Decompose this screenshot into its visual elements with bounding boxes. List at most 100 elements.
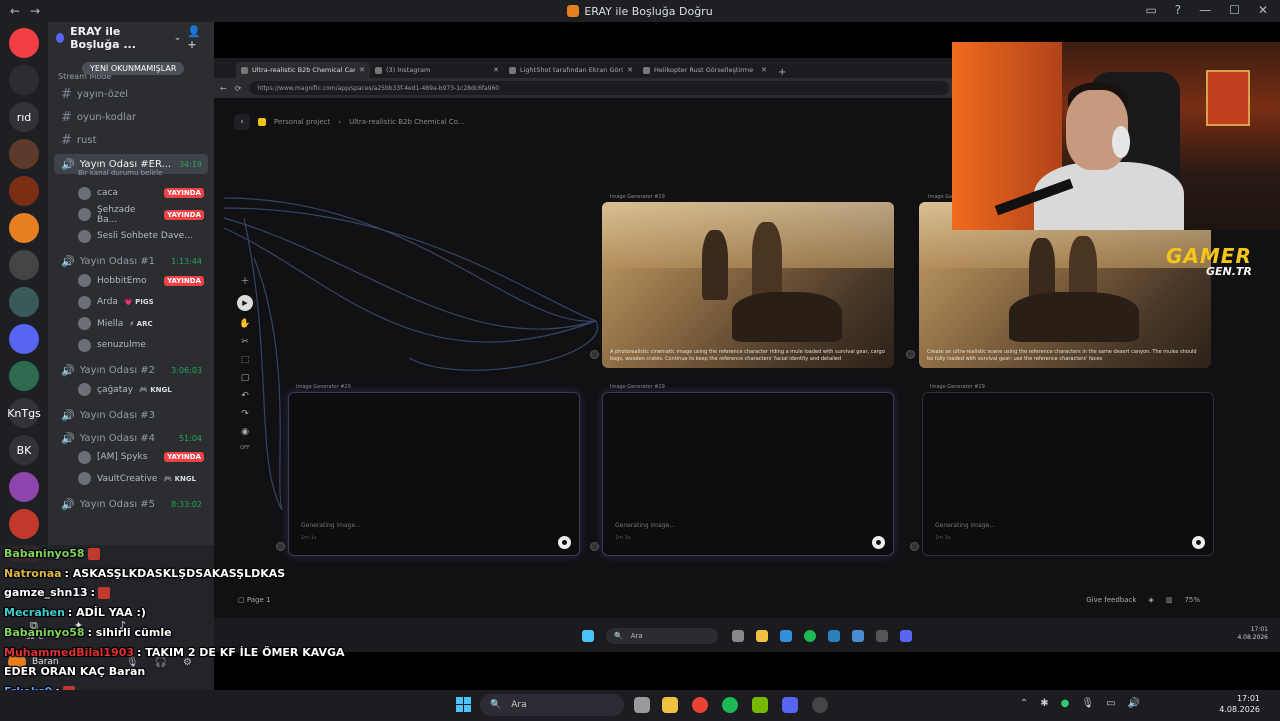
close-button[interactable]: ✕ (1258, 3, 1268, 17)
windows-icon[interactable] (582, 630, 594, 642)
toggle-icon[interactable]: ◉ (241, 427, 249, 437)
voice-member[interactable]: Miella ⚡ ARC (78, 315, 204, 333)
node-handle[interactable] (910, 542, 919, 551)
stop-icon[interactable] (1192, 536, 1205, 549)
voice-channel[interactable]: 🔊 Yayın Odası #2 3:06:03 (54, 361, 208, 381)
spotify-icon[interactable] (804, 630, 816, 642)
server-icon[interactable] (9, 65, 39, 95)
generating-card[interactable]: Generating image... 1m 1s (288, 392, 580, 556)
avatar (78, 317, 91, 330)
hand-icon[interactable]: ✋ (239, 319, 250, 329)
voice-channel[interactable]: 🔊 Yayın Odası #1 1:13:44 (54, 252, 208, 272)
text-channel[interactable]: # oyun-kodlar (54, 107, 208, 127)
generating-card[interactable]: Generating image... 1m 1s (602, 392, 894, 556)
add-user-icon[interactable]: 👤+ (187, 25, 206, 51)
help-icon[interactable]: ? (1175, 3, 1181, 17)
layers-icon[interactable]: ◈ (1148, 596, 1153, 604)
taskbar-search[interactable]: 🔍 Ara (480, 694, 624, 716)
voice-member[interactable]: Arda 💗 PIGS (78, 293, 204, 311)
inbox-icon[interactable]: ▭ (1145, 3, 1156, 17)
spotify-icon[interactable] (722, 697, 738, 713)
voice-member[interactable]: caca YAYINDA (78, 184, 204, 202)
obs-icon[interactable] (812, 697, 828, 713)
mic-icon[interactable]: 🎙 (1081, 698, 1094, 709)
voice-member[interactable]: HobbitEmo YAYINDA (78, 272, 204, 290)
node-handle[interactable] (590, 542, 599, 551)
server-icon[interactable] (9, 139, 39, 169)
server-icon[interactable]: KnTgs (7, 398, 41, 428)
card-label: Image Generator #29 (610, 194, 665, 200)
app-icon[interactable] (828, 630, 840, 642)
plus-icon[interactable]: ＋ (240, 274, 249, 287)
nvidia-icon[interactable] (752, 697, 768, 713)
task-view-icon[interactable] (732, 630, 744, 642)
voice-member[interactable]: Sesli Sohbete Dave... (78, 227, 204, 245)
voice-channel[interactable]: 🔊 Yayın Odası #4 51:04 (54, 428, 208, 448)
edge-icon[interactable] (780, 630, 792, 642)
file-explorer-icon[interactable] (756, 630, 768, 642)
server-icon[interactable] (9, 361, 39, 391)
channel-name: Yayın Odası #ER... (79, 158, 172, 170)
generating-card[interactable]: Generating image... 1m 1s (922, 392, 1214, 556)
display-icon[interactable]: ▭ (1106, 698, 1115, 709)
server-icon[interactable] (9, 472, 39, 502)
volume-icon[interactable]: 🔊 (1128, 698, 1140, 709)
server-icon[interactable]: rıd (9, 102, 39, 132)
voice-member[interactable]: Şehzade Ba... YAYINDA (78, 205, 204, 225)
app-icon[interactable] (876, 630, 888, 642)
redo-icon[interactable]: ↷ (241, 409, 249, 419)
window-title: ERAY ile Boşluğa Doğru (584, 4, 713, 18)
book-icon[interactable]: ▥ (1166, 596, 1173, 604)
feedback-link[interactable]: Give feedback (1086, 596, 1136, 604)
discord-icon[interactable] (900, 630, 912, 642)
discord-icon[interactable] (782, 697, 798, 713)
stop-icon[interactable] (872, 536, 885, 549)
voice-channel[interactable]: 🔊 Yayın Odası #3 (54, 405, 208, 425)
voice-member[interactable]: çağatay 🎮 KNGL (78, 381, 204, 399)
server-icon[interactable] (9, 250, 39, 280)
voice-member[interactable]: [AM] Spyks YAYINDA (78, 448, 204, 466)
steam-icon[interactable] (852, 630, 864, 642)
guild-header[interactable]: ERAY ile Boşluğa ... ⌄ 👤+ (48, 22, 214, 54)
text-channel[interactable]: # rust (54, 130, 208, 150)
server-icon[interactable]: BK (9, 435, 39, 465)
voice-channel[interactable]: 🔊 Yayın Odası #5 8:33:02 (54, 494, 208, 514)
status-dot-icon[interactable]: ● (1061, 698, 1070, 709)
chat-text: : TAKIM 2 DE KF İLE ÖMER KAVGA (137, 645, 345, 659)
forward-arrow-icon[interactable]: → (30, 4, 40, 18)
text-channel[interactable]: # yayın-özel (54, 84, 208, 104)
windows-start-icon[interactable] (456, 697, 471, 712)
frame-icon[interactable]: ⬚ (241, 355, 250, 365)
undo-icon[interactable]: ↶ (241, 391, 249, 401)
unread-pill[interactable]: YENİ OKUNMAMIŞLAR (82, 62, 185, 75)
chevron-up-icon[interactable]: ⌃ (1020, 698, 1028, 709)
file-explorer-icon[interactable] (662, 697, 678, 713)
stop-icon[interactable] (558, 536, 571, 549)
node-handle[interactable] (590, 350, 599, 359)
search-icon: 🔍 (614, 632, 623, 640)
channel-status[interactable]: Bir kanal durumu belirle (78, 169, 162, 177)
voice-member[interactable]: VaultCreative 🎮 KNGL (78, 470, 204, 488)
bluetooth-icon[interactable]: ✱ (1040, 698, 1048, 709)
generated-image-card[interactable]: A photorealistic cinematic image using t… (602, 202, 894, 368)
server-icon[interactable] (9, 28, 39, 58)
minimize-button[interactable]: — (1199, 3, 1211, 17)
cut-icon[interactable]: ✂ (241, 337, 249, 347)
streamer-search[interactable]: 🔍 Ara (606, 628, 718, 644)
taskbar-clock[interactable]: 17:01 4.08.2026 (1219, 694, 1260, 716)
voice-member[interactable]: senuzulme (78, 336, 204, 354)
card-caption: A photorealistic cinematic image using t… (610, 349, 885, 362)
comment-icon[interactable]: ▢ (241, 373, 250, 383)
zoom-level[interactable]: 75% (1184, 596, 1200, 604)
node-handle[interactable] (906, 350, 915, 359)
server-icon[interactable] (9, 324, 39, 354)
play-icon[interactable]: ▶ (237, 295, 253, 311)
back-arrow-icon[interactable]: ← (10, 4, 20, 18)
server-icon[interactable] (9, 287, 39, 317)
server-icon[interactable] (9, 509, 39, 539)
server-icon[interactable] (9, 176, 39, 206)
task-view-icon[interactable] (634, 697, 650, 713)
chrome-icon[interactable] (692, 697, 708, 713)
server-icon[interactable] (9, 213, 39, 243)
maximize-button[interactable]: ☐ (1229, 3, 1240, 17)
